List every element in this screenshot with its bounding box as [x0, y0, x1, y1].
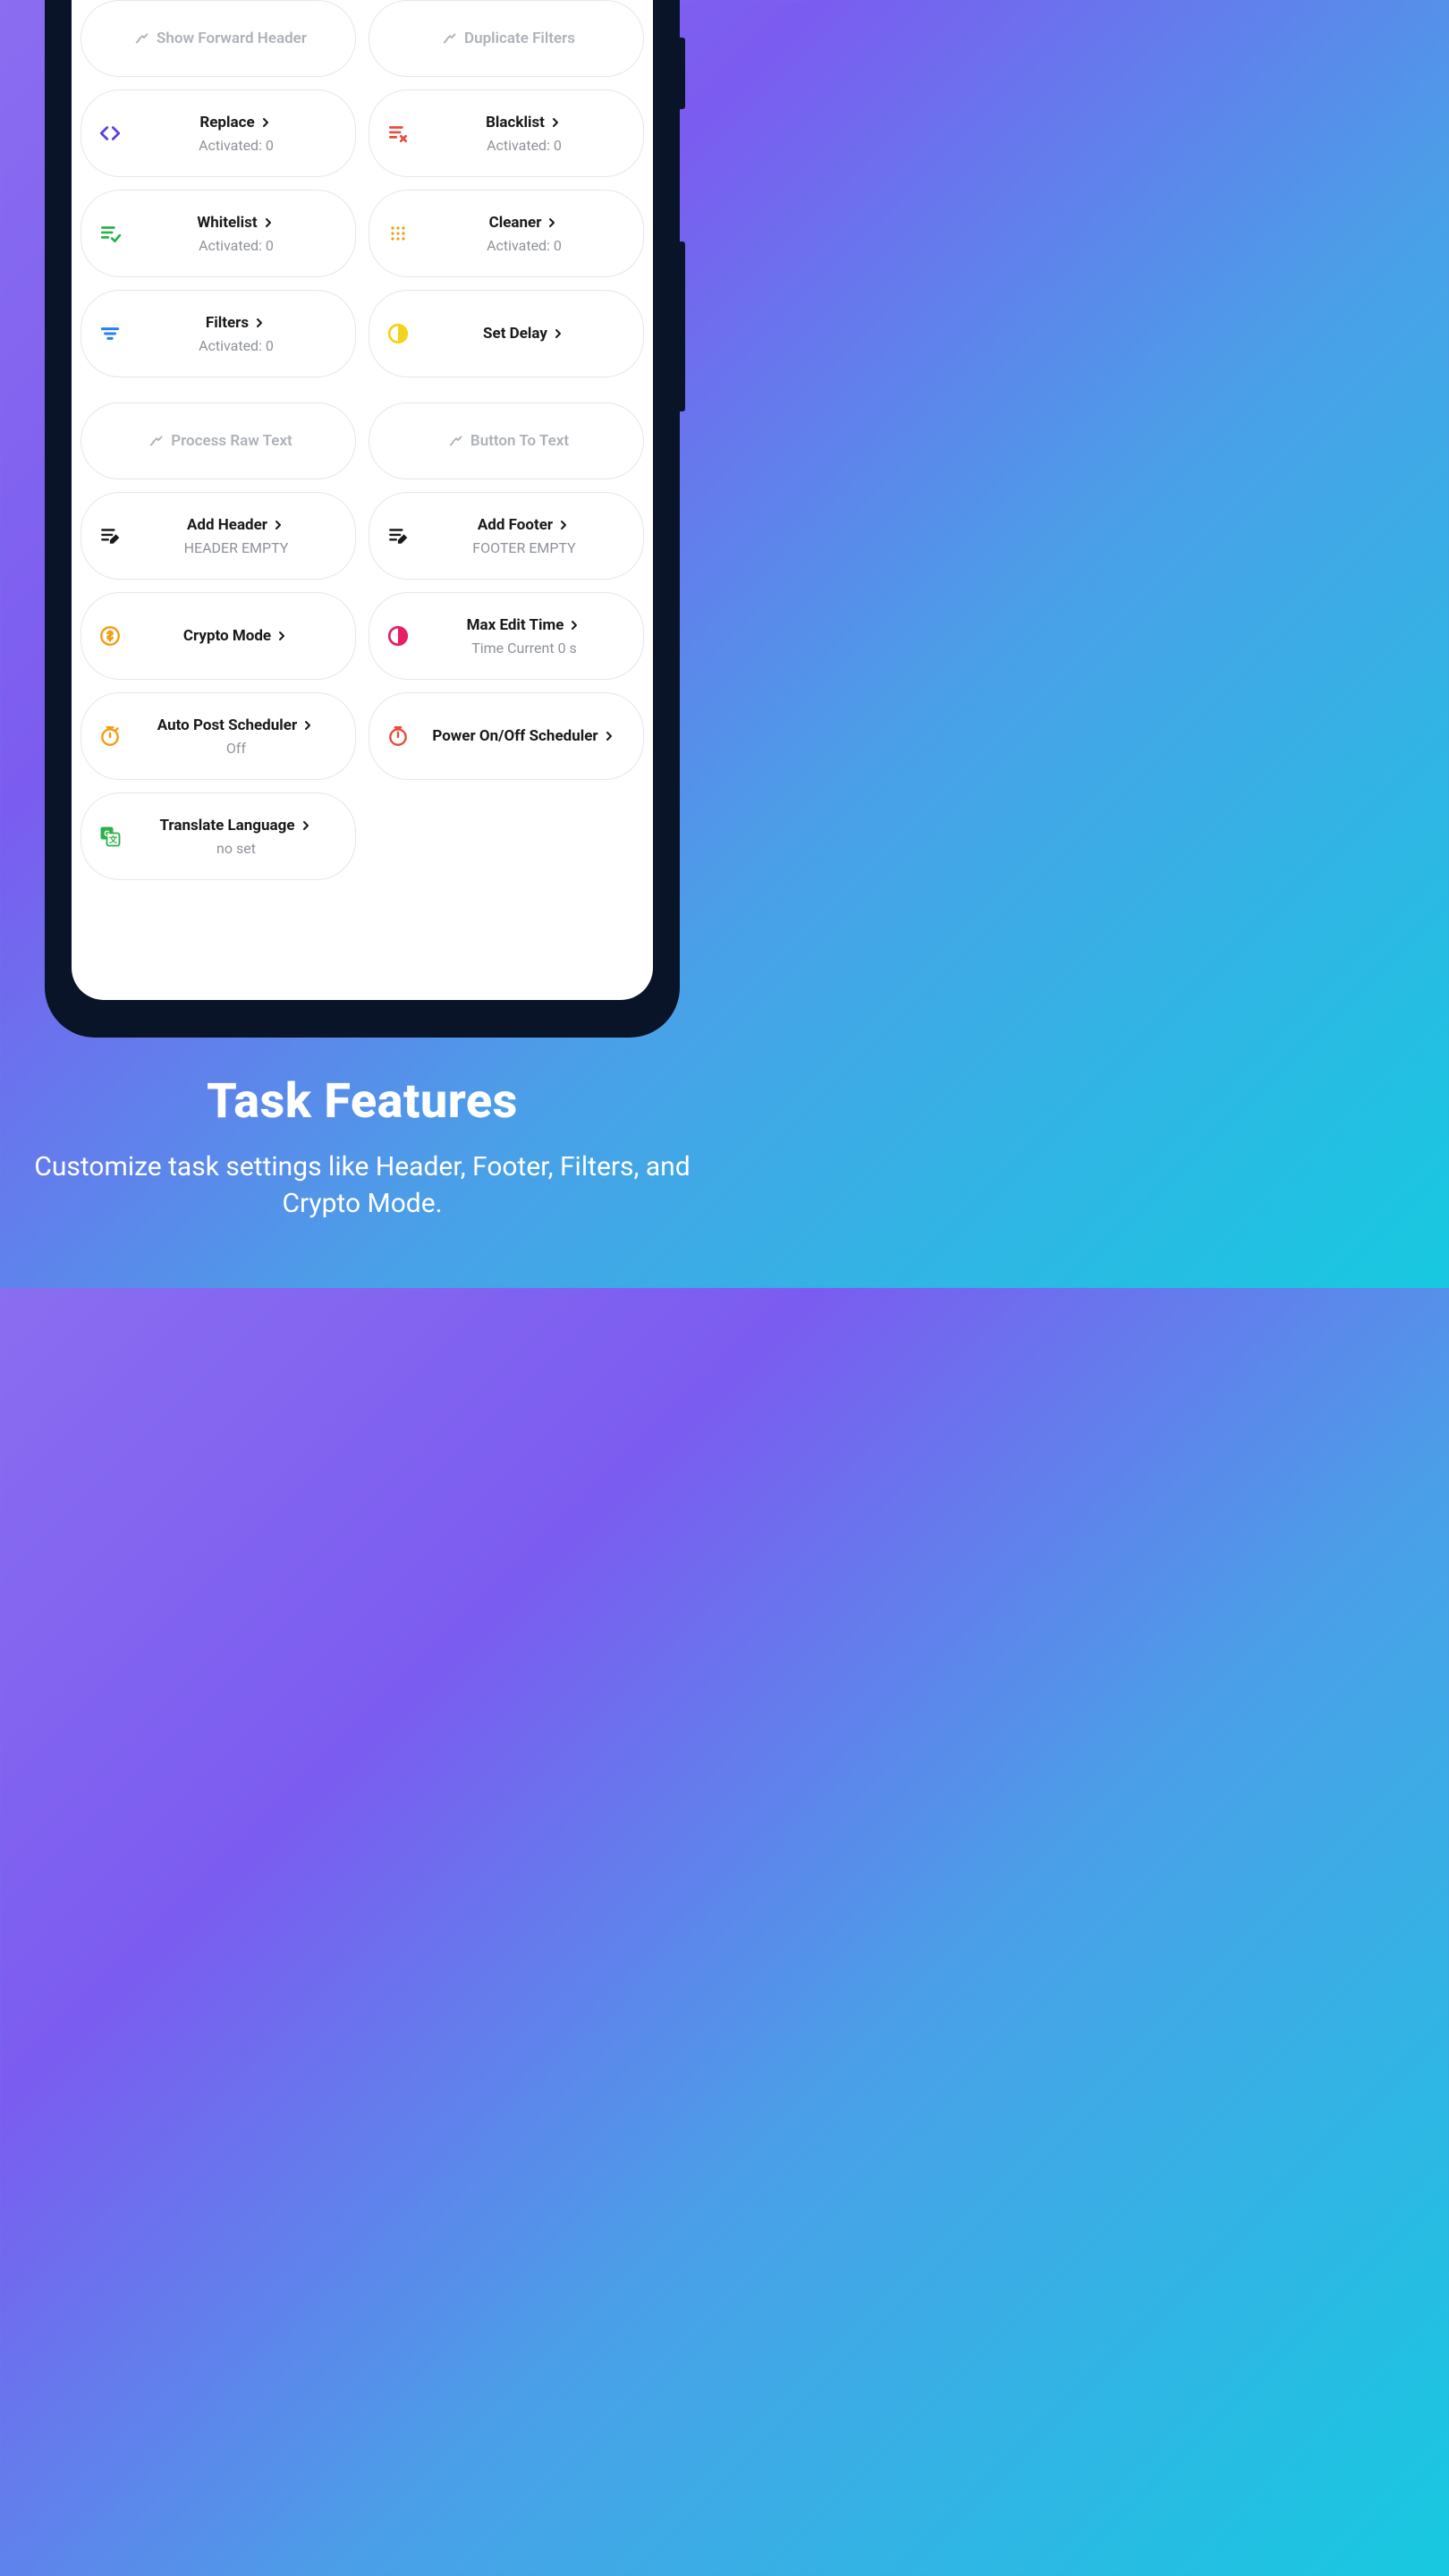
list-check-icon: [94, 222, 126, 245]
card-translate[interactable]: G文 Translate Language no set: [80, 792, 356, 880]
home-indicator: [286, 986, 438, 991]
card-label: Show Forward Header: [157, 30, 307, 47]
code-icon: [94, 122, 126, 145]
card-crypto-mode[interactable]: Crypto Mode: [80, 592, 356, 680]
card-replace[interactable]: Replace Activated: 0: [80, 89, 356, 177]
card-max-edit-time[interactable]: Max Edit Time Time Current 0 s: [369, 592, 644, 680]
card-set-delay[interactable]: Set Delay: [369, 290, 644, 377]
chevron-right-icon: [252, 316, 267, 330]
phone-side-button-top: [680, 38, 685, 109]
plug-icon: [133, 29, 153, 48]
card-label: Process Raw Text: [171, 432, 292, 450]
playlist-edit-icon: [94, 524, 126, 547]
card-whitelist[interactable]: Whitelist Activated: 0: [80, 190, 356, 277]
promo-caption: Task Features Customize task settings li…: [0, 1073, 724, 1222]
card-sub: Time Current 0 s: [471, 640, 577, 657]
card-sub: Activated: 0: [199, 137, 274, 154]
card-label: Add Header: [187, 516, 267, 534]
timer-icon: [94, 724, 126, 748]
half-circle-icon: [382, 624, 414, 648]
card-sub: Activated: 0: [199, 337, 274, 354]
playlist-edit-icon: [382, 524, 414, 547]
card-blacklist[interactable]: Blacklist Activated: 0: [369, 89, 644, 177]
card-sub: Activated: 0: [487, 137, 562, 154]
card-sub: no set: [216, 840, 256, 857]
chevron-right-icon: [258, 115, 273, 130]
card-label: Blacklist: [486, 114, 545, 131]
card-button-to-text[interactable]: Button To Text: [369, 402, 644, 479]
list-x-icon: [382, 122, 414, 145]
grid-dots-icon: [382, 223, 414, 244]
card-filters[interactable]: Filters Activated: 0: [80, 290, 356, 377]
card-cleaner[interactable]: Cleaner Activated: 0: [369, 190, 644, 277]
chevron-right-icon: [545, 216, 559, 230]
plug-icon: [447, 431, 467, 451]
card-sub: HEADER EMPTY: [184, 539, 289, 556]
dollar-circle-icon: [94, 624, 126, 648]
card-power-scheduler[interactable]: Power On/Off Scheduler: [369, 692, 644, 780]
power-timer-icon: [382, 724, 414, 748]
card-label: Set Delay: [483, 325, 547, 343]
card-sub: Activated: 0: [199, 237, 274, 254]
card-label: Replace: [199, 114, 254, 131]
app-screen: Show Forward Header Duplicate Fil: [72, 0, 653, 1000]
promo-title: Task Features: [27, 1073, 698, 1130]
chevron-right-icon: [275, 629, 289, 643]
card-label: Filters: [206, 314, 249, 332]
card-add-footer[interactable]: Add Footer FOOTER EMPTY: [369, 492, 644, 580]
half-circle-icon: [382, 322, 414, 345]
chevron-right-icon: [551, 326, 565, 341]
translate-icon: G文: [94, 824, 126, 849]
chevron-right-icon: [299, 818, 313, 833]
svg-text:文: 文: [108, 835, 118, 845]
card-sub: FOOTER EMPTY: [472, 539, 576, 556]
card-process-raw-text[interactable]: Process Raw Text: [80, 402, 356, 479]
card-label: Translate Language: [159, 817, 294, 835]
card-label: Cleaner: [489, 214, 542, 232]
card-label: Power On/Off Scheduler: [432, 727, 597, 745]
chevron-right-icon: [556, 518, 571, 532]
chevron-right-icon: [602, 729, 616, 743]
card-add-header[interactable]: Add Header HEADER EMPTY: [80, 492, 356, 580]
card-label: Max Edit Time: [467, 616, 564, 634]
promo-subtitle: Customize task settings like Header, Foo…: [27, 1149, 698, 1222]
chevron-right-icon: [271, 518, 285, 532]
chevron-right-icon: [301, 718, 315, 733]
filter-icon: [94, 322, 126, 345]
chevron-right-icon: [261, 216, 275, 230]
plug-icon: [148, 431, 167, 451]
card-label: Button To Text: [470, 432, 569, 450]
card-sub: Off: [226, 740, 246, 757]
card-show-forward-header[interactable]: Show Forward Header: [80, 0, 356, 77]
card-label: Crypto Mode: [183, 627, 271, 645]
card-label: Whitelist: [197, 214, 257, 232]
chevron-right-icon: [548, 115, 563, 130]
card-duplicate-filters[interactable]: Duplicate Filters: [369, 0, 644, 77]
plug-icon: [441, 29, 461, 48]
phone-frame: Show Forward Header Duplicate Fil: [45, 0, 680, 1038]
card-label: Duplicate Filters: [464, 30, 575, 47]
card-label: Auto Post Scheduler: [157, 716, 297, 734]
card-sub: Activated: 0: [487, 237, 562, 254]
phone-side-button-bottom: [680, 242, 685, 411]
chevron-right-icon: [567, 618, 581, 632]
card-label: Add Footer: [478, 516, 553, 534]
card-auto-post-scheduler[interactable]: Auto Post Scheduler Off: [80, 692, 356, 780]
